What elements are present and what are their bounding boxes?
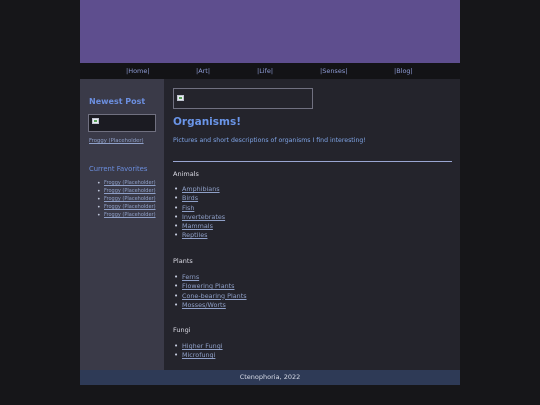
nav-home-link[interactable]: |Home| <box>126 67 150 75</box>
newest-post-link[interactable]: Froggy (Placeholder) <box>89 138 144 144</box>
favorite-link[interactable]: Froggy (Placeholder) <box>104 180 156 186</box>
favorite-item[interactable]: Froggy (Placeholder) <box>89 180 159 187</box>
header-image <box>173 88 313 109</box>
page-wrapper: |Home| |Art| |Life| |Senses| |Blog| Newe… <box>80 0 460 405</box>
list-item[interactable]: Higher Fungi <box>173 342 223 352</box>
favorite-link[interactable]: Froggy (Placeholder) <box>104 196 156 202</box>
category-link[interactable]: Ferns <box>182 273 199 281</box>
list-item[interactable]: Reptiles <box>173 231 225 241</box>
list-item[interactable]: Fish <box>173 204 225 214</box>
page-title: Organisms! <box>173 116 242 128</box>
category-link[interactable]: Flowering Plants <box>182 282 235 290</box>
divider <box>173 161 452 162</box>
section-heading-plants: Plants <box>173 257 193 265</box>
broken-image-icon <box>92 118 99 124</box>
section-heading-animals: Animals <box>173 170 199 178</box>
list-item[interactable]: Mosses/Worts <box>173 301 247 311</box>
broken-image-icon <box>177 95 184 101</box>
animals-list: Amphibians Birds Fish Invertebrates Mamm… <box>173 185 225 241</box>
category-link[interactable]: Microfungi <box>182 351 215 359</box>
category-link[interactable]: Mosses/Worts <box>182 301 226 309</box>
list-item[interactable]: Flowering Plants <box>173 282 247 292</box>
category-link[interactable]: Birds <box>182 194 198 202</box>
list-item[interactable]: Birds <box>173 194 225 204</box>
category-link[interactable]: Fish <box>182 204 194 212</box>
intro-text: Pictures and short descriptions of organ… <box>173 137 366 144</box>
category-link[interactable]: Reptiles <box>182 231 207 239</box>
favorites-list: Froggy (Placeholder) Froggy (Placeholder… <box>89 180 159 220</box>
favorite-item[interactable]: Froggy (Placeholder) <box>89 196 159 203</box>
fungi-list: Higher Fungi Microfungi <box>173 342 223 361</box>
category-link[interactable]: Cone-bearing Plants <box>182 292 247 300</box>
section-heading-fungi: Fungi <box>173 326 191 334</box>
favorite-link[interactable]: Froggy (Placeholder) <box>104 204 156 210</box>
main-content: Organisms! Pictures and short descriptio… <box>164 79 460 370</box>
favorite-item[interactable]: Froggy (Placeholder) <box>89 188 159 195</box>
top-nav: |Home| |Art| |Life| |Senses| |Blog| <box>80 63 460 79</box>
category-link[interactable]: Higher Fungi <box>182 342 223 350</box>
newest-post-heading: Newest Post <box>89 97 146 106</box>
nav-art-link[interactable]: |Art| <box>196 67 210 75</box>
list-item[interactable]: Cone-bearing Plants <box>173 292 247 302</box>
category-link[interactable]: Amphibians <box>182 185 220 193</box>
header-banner <box>80 0 460 63</box>
list-item[interactable]: Ferns <box>173 273 247 283</box>
footer: Ctenophoria, 2022 <box>80 370 460 385</box>
list-item[interactable]: Invertebrates <box>173 213 225 223</box>
nav-blog-link[interactable]: |Blog| <box>394 67 413 75</box>
nav-senses-link[interactable]: |Senses| <box>320 67 347 75</box>
newest-post-image[interactable] <box>88 114 156 132</box>
current-favorites-heading: Current Favorites <box>89 165 148 173</box>
favorite-item[interactable]: Froggy (Placeholder) <box>89 204 159 211</box>
plants-list: Ferns Flowering Plants Cone-bearing Plan… <box>173 273 247 310</box>
category-link[interactable]: Invertebrates <box>182 213 225 221</box>
favorite-link[interactable]: Froggy (Placeholder) <box>104 188 156 194</box>
category-link[interactable]: Mammals <box>182 222 213 230</box>
nav-life-link[interactable]: |Life| <box>257 67 273 75</box>
favorite-item[interactable]: Froggy (Placeholder) <box>89 212 159 219</box>
sidebar: Newest Post Froggy (Placeholder) Current… <box>80 79 164 370</box>
list-item[interactable]: Mammals <box>173 222 225 232</box>
list-item[interactable]: Amphibians <box>173 185 225 195</box>
favorite-link[interactable]: Froggy (Placeholder) <box>104 212 156 218</box>
list-item[interactable]: Microfungi <box>173 351 223 361</box>
